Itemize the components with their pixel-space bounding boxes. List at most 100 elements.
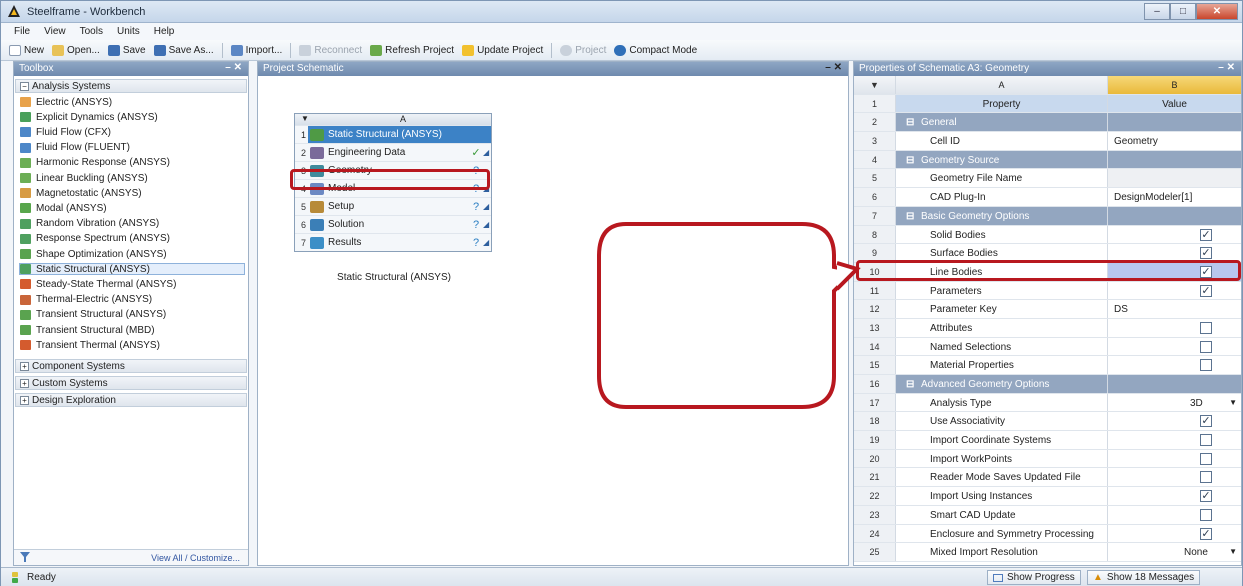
- property-value-checkbox[interactable]: [1108, 431, 1241, 449]
- checked-checkbox[interactable]: ✓: [1200, 284, 1212, 297]
- property-row: 14 Named Selections: [854, 337, 1241, 357]
- unchecked-checkbox[interactable]: [1200, 434, 1212, 447]
- toolbox-item[interactable]: Transient Structural (MBD): [20, 324, 246, 336]
- reconnect-button[interactable]: Reconnect: [299, 44, 362, 56]
- section-custom-systems[interactable]: + Custom Systems: [15, 376, 247, 390]
- close-button[interactable]: ✕: [1196, 3, 1238, 20]
- toolbox-item[interactable]: Steady-State Thermal (ANSYS): [20, 278, 246, 290]
- property-group-row[interactable]: 16 ⊟ Advanced Geometry Options: [854, 375, 1241, 394]
- toolbox-item[interactable]: Response Spectrum (ANSYS): [20, 233, 246, 245]
- toolbox-item[interactable]: Harmonic Response (ANSYS): [20, 157, 246, 169]
- property-value-checkbox[interactable]: ✓: [1108, 487, 1241, 505]
- row-number: 3: [854, 132, 896, 150]
- toolbox-item[interactable]: Explicit Dynamics (ANSYS): [20, 111, 246, 123]
- import-button[interactable]: Import...: [230, 44, 282, 56]
- toolbox-item[interactable]: Linear Buckling (ANSYS): [20, 172, 246, 184]
- toolbox-item[interactable]: Thermal-Electric (ANSYS): [20, 294, 246, 306]
- dropdown-arrow-icon[interactable]: ▼: [1229, 398, 1237, 407]
- new-button[interactable]: New: [9, 44, 44, 56]
- refresh-project-button[interactable]: Refresh Project: [370, 44, 454, 56]
- cell-status-icon: ?: [472, 218, 480, 231]
- save-button[interactable]: Save: [107, 44, 146, 56]
- property-group-row[interactable]: 7 ⊟ Basic Geometry Options: [854, 206, 1241, 226]
- maximize-button[interactable]: □: [1170, 3, 1196, 20]
- collapse-group-icon[interactable]: ⊟: [906, 379, 915, 390]
- update-project-button[interactable]: Update Project: [462, 44, 543, 56]
- collapse-group-icon[interactable]: ⊟: [906, 211, 915, 222]
- show-progress-button[interactable]: Show Progress: [987, 570, 1081, 585]
- property-value-dropdown[interactable]: None ▼: [1108, 543, 1241, 561]
- menu-view[interactable]: View: [37, 23, 73, 40]
- unchecked-checkbox[interactable]: [1200, 359, 1212, 372]
- unchecked-checkbox[interactable]: [1200, 321, 1212, 334]
- section-analysis-systems[interactable]: − Analysis Systems: [15, 79, 247, 93]
- checked-checkbox[interactable]: ✓: [1200, 490, 1212, 503]
- schematic-close-button[interactable]: – ✕: [825, 62, 842, 73]
- toolbox-title: Toolbox: [19, 63, 54, 74]
- checked-checkbox[interactable]: ✓: [1200, 247, 1212, 260]
- section-component-systems[interactable]: + Component Systems: [15, 359, 247, 373]
- toolbox-item[interactable]: Fluid Flow (CFX): [20, 126, 246, 138]
- group-label: Advanced Geometry Options: [921, 379, 1050, 390]
- show-messages-button[interactable]: ▲ Show 18 Messages: [1087, 570, 1201, 585]
- checked-checkbox[interactable]: ✓: [1200, 228, 1212, 241]
- property-value-checkbox[interactable]: [1108, 356, 1241, 374]
- unchecked-checkbox[interactable]: [1200, 452, 1212, 465]
- project-button[interactable]: Project: [560, 44, 606, 56]
- minimize-button[interactable]: –: [1144, 3, 1170, 20]
- menu-file[interactable]: File: [7, 23, 37, 40]
- row-number: 8: [854, 225, 896, 244]
- system-menu-arrow-icon[interactable]: ▼: [295, 114, 315, 125]
- property-value-checkbox[interactable]: ✓: [1108, 282, 1241, 300]
- section-design-exploration[interactable]: + Design Exploration: [15, 393, 247, 407]
- property-value-checkbox[interactable]: ✓: [1108, 226, 1241, 244]
- system-cell-setup[interactable]: 5 Setup? ◢: [295, 197, 491, 215]
- save-as-button[interactable]: Save As...: [153, 44, 214, 56]
- property-value-dropdown[interactable]: 3D ▼: [1108, 394, 1241, 412]
- property-value-checkbox[interactable]: [1108, 450, 1241, 468]
- toolbox-close-button[interactable]: – ✕: [225, 62, 242, 73]
- toolbox-item[interactable]: Electric (ANSYS): [20, 96, 246, 108]
- menu-help[interactable]: Help: [147, 23, 182, 40]
- toolbox-item[interactable]: Magnetostatic (ANSYS): [20, 187, 246, 199]
- property-value-checkbox[interactable]: [1108, 319, 1241, 337]
- toolbox-item[interactable]: Shape Optimization (ANSYS): [20, 248, 246, 260]
- system-cell-engineering-data[interactable]: 2 Engineering Data ✓ ◢: [295, 143, 491, 161]
- toolbox-item[interactable]: Fluid Flow (FLUENT): [20, 142, 246, 154]
- system-cell-static-structural-ansys[interactable]: 1 Static Structural (ANSYS): [295, 125, 491, 144]
- dropdown-arrow-icon[interactable]: ▼: [1229, 547, 1237, 556]
- unchecked-checkbox[interactable]: [1200, 340, 1212, 353]
- property-value-checkbox[interactable]: [1108, 468, 1241, 486]
- property-group-row[interactable]: 2 ⊟ General: [854, 113, 1241, 133]
- property-value-checkbox[interactable]: ✓: [1108, 412, 1241, 430]
- toolbox-item[interactable]: Static Structural (ANSYS): [19, 263, 245, 276]
- checked-checkbox[interactable]: ✓: [1200, 415, 1212, 428]
- property-value-checkbox[interactable]: [1108, 338, 1241, 356]
- unchecked-checkbox[interactable]: [1200, 508, 1212, 521]
- compact-mode-button[interactable]: Compact Mode: [614, 44, 697, 56]
- system-cell-results[interactable]: 7 Results? ◢: [295, 233, 491, 251]
- collapse-group-icon[interactable]: ⊟: [906, 155, 915, 166]
- checked-checkbox[interactable]: ✓: [1200, 527, 1212, 540]
- system-cell-solution[interactable]: 6 Solution? ◢: [295, 215, 491, 233]
- property-value-checkbox[interactable]: ✓: [1108, 525, 1241, 543]
- property-group-row[interactable]: 4 ⊟ Geometry Source: [854, 150, 1241, 170]
- menu-tools[interactable]: Tools: [73, 23, 110, 40]
- menu-units[interactable]: Units: [110, 23, 147, 40]
- filter-icon[interactable]: [20, 552, 30, 562]
- open-button[interactable]: Open...: [52, 44, 100, 56]
- toolbox-item[interactable]: Transient Structural (ANSYS): [20, 309, 246, 321]
- properties-close-button[interactable]: – ✕: [1218, 62, 1235, 73]
- property-value[interactable]: DesignModeler[1]: [1108, 188, 1241, 206]
- property-value[interactable]: DS: [1108, 300, 1241, 318]
- toolbox-item[interactable]: Modal (ANSYS): [20, 202, 246, 214]
- toolbox-item[interactable]: Transient Thermal (ANSYS): [20, 339, 246, 351]
- property-value-checkbox[interactable]: [1108, 506, 1241, 524]
- view-all-customize-link[interactable]: View All / Customize...: [151, 553, 240, 563]
- properties-menu-arrow-icon[interactable]: ▼: [854, 76, 896, 94]
- system-caption[interactable]: Static Structural (ANSYS): [295, 272, 493, 283]
- unchecked-checkbox[interactable]: [1200, 471, 1212, 484]
- collapse-group-icon[interactable]: ⊟: [906, 117, 915, 128]
- property-value[interactable]: Geometry: [1108, 132, 1241, 150]
- toolbox-item[interactable]: Random Vibration (ANSYS): [20, 218, 246, 230]
